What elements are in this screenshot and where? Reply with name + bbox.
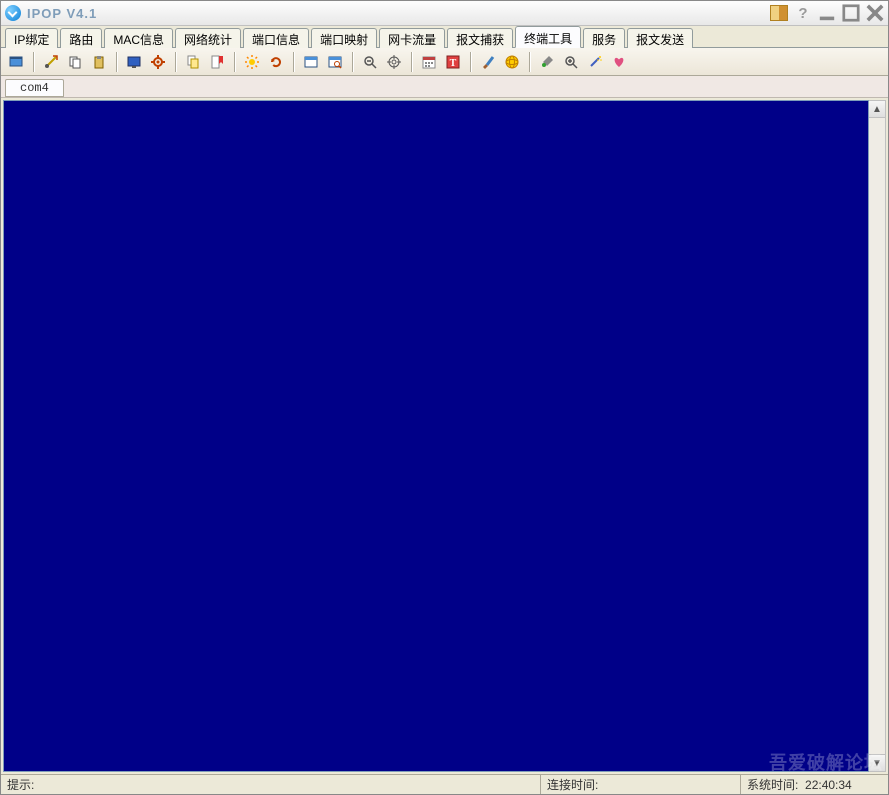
svg-text:T: T (450, 58, 457, 69)
toolbar: T (1, 48, 888, 76)
tab-2[interactable]: MAC信息 (104, 28, 173, 48)
copy-icon[interactable] (64, 51, 86, 73)
scroll-track[interactable] (869, 118, 885, 754)
tab-0[interactable]: IP绑定 (5, 28, 58, 48)
maximize-button[interactable] (842, 5, 860, 21)
minimize-button[interactable] (818, 5, 836, 21)
session-tab-com4[interactable]: com4 (5, 79, 64, 97)
zoom-out-icon[interactable] (359, 51, 381, 73)
globe-icon[interactable] (501, 51, 523, 73)
close-button[interactable] (866, 5, 884, 21)
toolbar-separator (116, 52, 117, 72)
heart-icon[interactable] (608, 51, 630, 73)
session-tab-row: com4 (1, 76, 888, 98)
tab-6[interactable]: 网卡流量 (379, 28, 445, 48)
bookmark-icon[interactable] (206, 51, 228, 73)
toolbar-separator (175, 52, 176, 72)
brush-icon[interactable] (477, 51, 499, 73)
toolbar-separator (33, 52, 34, 72)
text-tool-icon[interactable]: T (442, 51, 464, 73)
tab-4[interactable]: 端口信息 (243, 28, 309, 48)
window-title: IPOP V4.1 (27, 6, 97, 21)
search-window-icon[interactable] (324, 51, 346, 73)
toolbar-separator (293, 52, 294, 72)
tab-7[interactable]: 报文捕获 (447, 28, 513, 48)
terminal-scrollbar[interactable]: ▲ ▼ (869, 100, 886, 772)
paste-icon[interactable] (88, 51, 110, 73)
help-button[interactable]: ? (794, 5, 812, 21)
tab-5[interactable]: 端口映射 (311, 28, 377, 48)
app-window: IPOP V4.1 ? IP绑定路由MAC信息网络统计端口信息端口映射网卡流量报… (0, 0, 889, 795)
scroll-up-icon[interactable]: ▲ (869, 101, 885, 118)
sun-icon[interactable] (241, 51, 263, 73)
terminal-container: ▲ ▼ (1, 98, 888, 774)
tab-10[interactable]: 报文发送 (627, 28, 693, 48)
toolbar-separator (411, 52, 412, 72)
main-tabstrip: IP绑定路由MAC信息网络统计端口信息端口映射网卡流量报文捕获终端工具服务报文发… (1, 26, 888, 48)
toolbar-separator (529, 52, 530, 72)
app-icon (5, 5, 21, 21)
titlebar: IPOP V4.1 ? (1, 1, 888, 26)
screen-icon[interactable] (123, 51, 145, 73)
calendar-icon[interactable] (418, 51, 440, 73)
refresh-icon[interactable] (265, 51, 287, 73)
terminal-output[interactable] (3, 100, 869, 772)
status-system-time: 系统时间: 22:40:34 (741, 775, 888, 794)
target-icon[interactable] (383, 51, 405, 73)
toolbar-separator (234, 52, 235, 72)
tab-9[interactable]: 服务 (583, 28, 625, 48)
status-hint: 提示: (1, 775, 541, 794)
zoom-in-icon[interactable] (560, 51, 582, 73)
tab-8[interactable]: 终端工具 (515, 26, 581, 48)
status-connection-time: 连接时间: (541, 775, 741, 794)
new-session-icon[interactable] (5, 51, 27, 73)
page-copy-icon[interactable] (182, 51, 204, 73)
tab-1[interactable]: 路由 (60, 28, 102, 48)
wand-icon[interactable] (584, 51, 606, 73)
toolbar-separator (352, 52, 353, 72)
statusbar: 提示: 连接时间: 系统时间: 22:40:34 (1, 774, 888, 794)
scroll-down-icon[interactable]: ▼ (869, 754, 885, 771)
window-icon[interactable] (300, 51, 322, 73)
tab-3[interactable]: 网络统计 (175, 28, 241, 48)
toolbar-separator (470, 52, 471, 72)
titlebar-badge-icon[interactable] (770, 5, 788, 21)
gear-icon[interactable] (147, 51, 169, 73)
tool-icon[interactable] (536, 51, 558, 73)
connect-icon[interactable] (40, 51, 62, 73)
